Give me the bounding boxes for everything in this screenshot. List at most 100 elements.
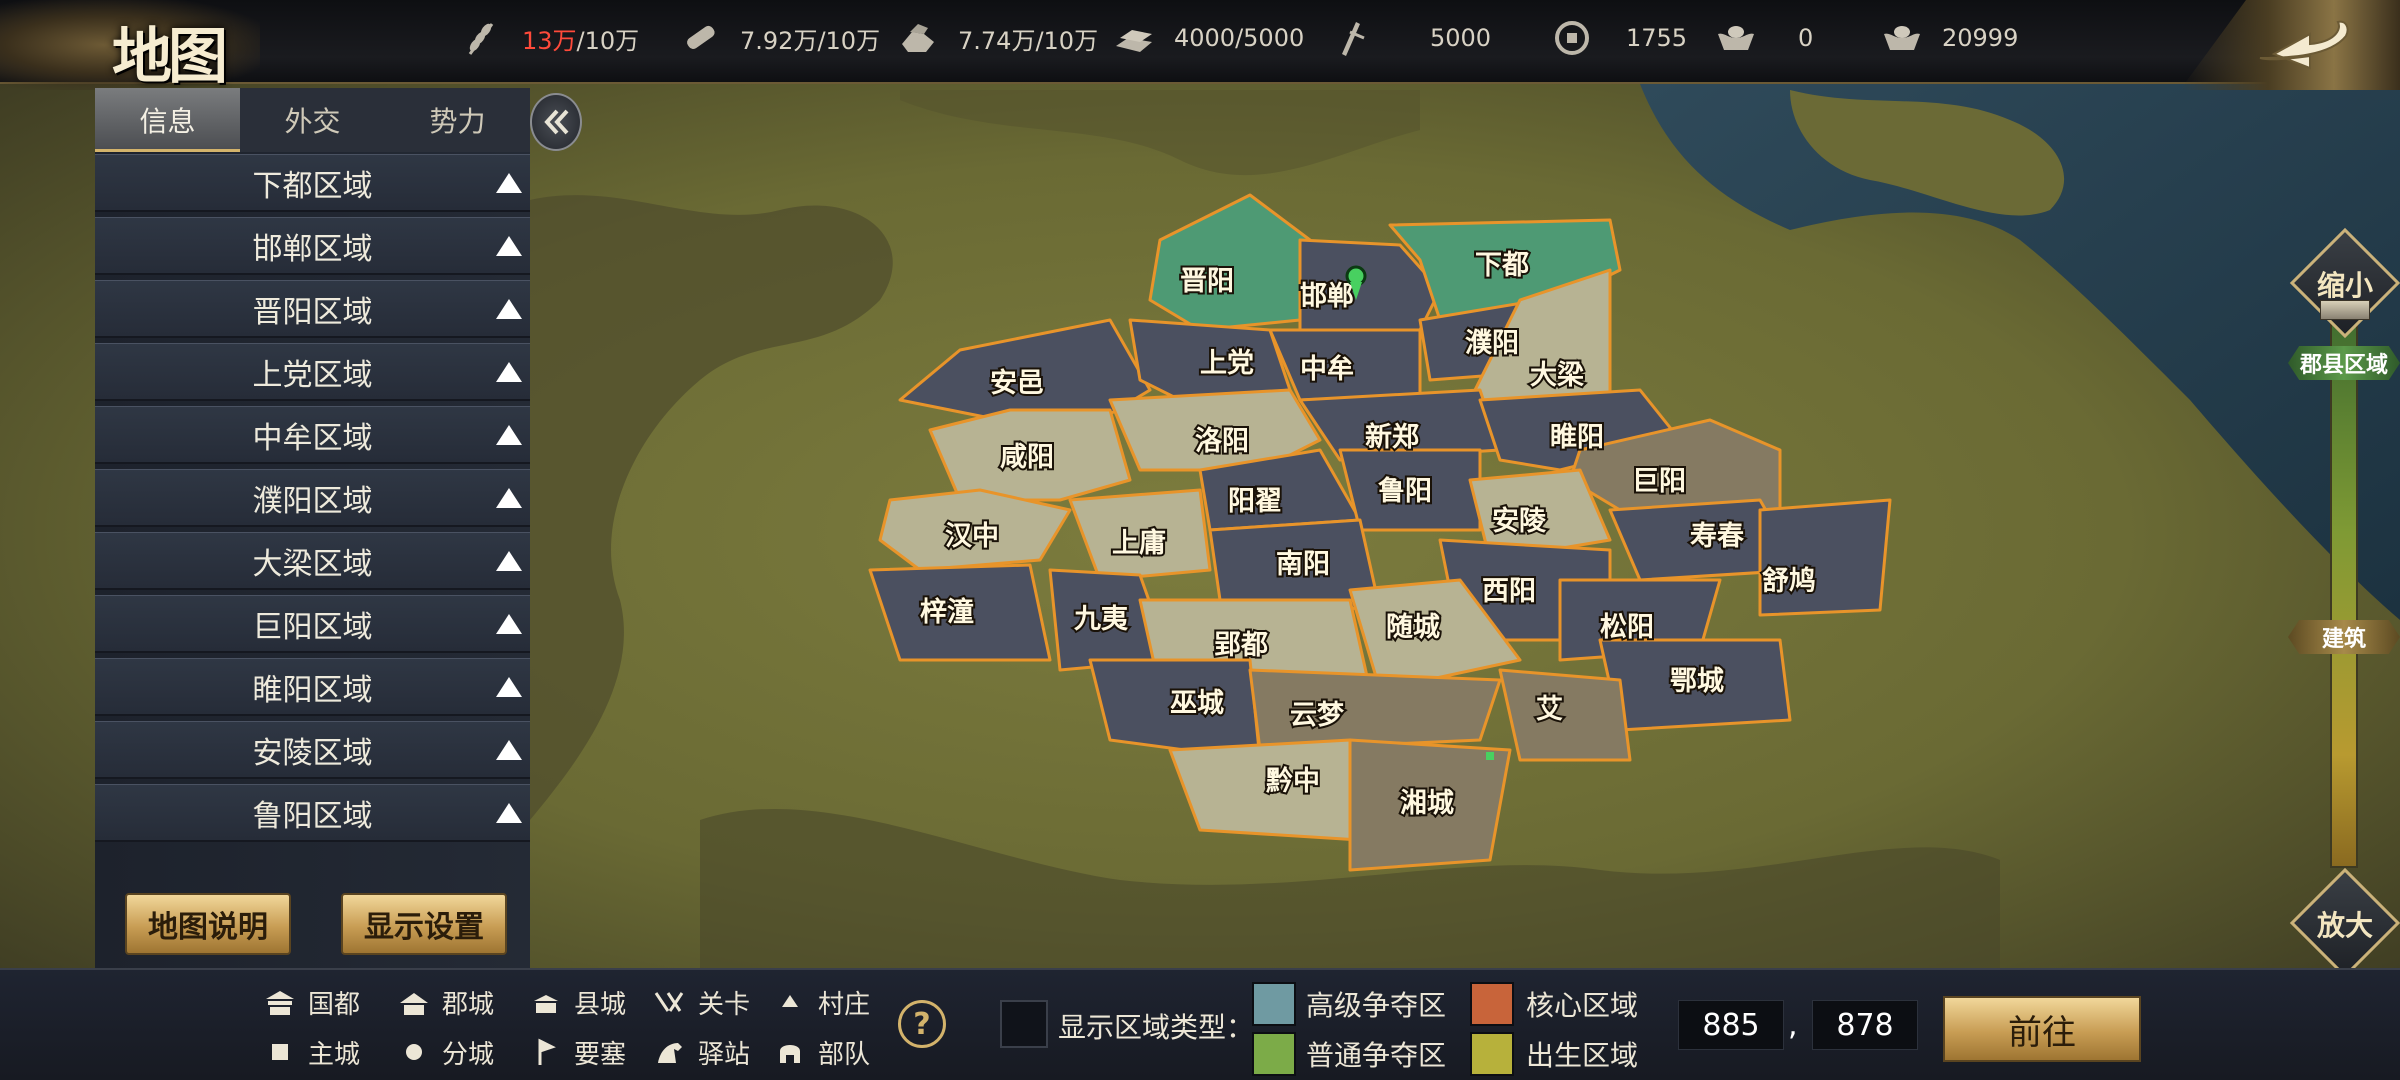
triangle-up-icon[interactable] <box>496 677 522 697</box>
legend-help-button[interactable]: ? <box>898 1000 946 1048</box>
city-label-hanzhong[interactable]: 汉中 <box>943 519 1001 554</box>
legend-label: 关卡 <box>698 989 751 1020</box>
resource-wood[interactable]: 7.92万/10万 <box>680 18 880 58</box>
city-label-yangzhai[interactable]: 阳翟 <box>1226 484 1284 519</box>
city-label-qianzhong[interactable]: 黔中 <box>1264 763 1322 799</box>
region-list-item[interactable]: 睢阳区域 <box>95 658 530 716</box>
resource-grain[interactable]: 13万/10万 <box>462 18 639 58</box>
city-label-shangdang[interactable]: 上党 <box>1198 346 1256 381</box>
triangle-up-icon[interactable] <box>496 614 522 634</box>
triangle-up-icon[interactable] <box>496 236 522 256</box>
city-label-zitong[interactable]: 梓潼 <box>918 594 976 630</box>
swatch-label-core-region: 核心区域 <box>1526 989 1639 1022</box>
legend-label: 郡城 <box>442 989 495 1020</box>
zoom-slider[interactable]: 缩小 郡县区域 建筑 放大 <box>2288 227 2400 979</box>
triangle-up-icon[interactable] <box>496 488 522 508</box>
city-label-handan[interactable]: 邯郸 <box>1298 279 1356 314</box>
city-label-puyang[interactable]: 濮阳 <box>1463 326 1521 361</box>
city-label-suiyang[interactable]: 睢阳 <box>1548 420 1606 455</box>
legend-county: 县城 <box>528 982 626 1022</box>
city-label-suicheng[interactable]: 随城 <box>1384 610 1442 645</box>
coord-y-input[interactable]: 878 <box>1812 1000 1918 1050</box>
resource-stone[interactable]: 7.74万/10万 <box>898 18 1098 58</box>
map-help-button[interactable]: 地图说明 <box>125 893 291 955</box>
city-label-nanyang[interactable]: 南阳 <box>1274 547 1332 582</box>
region-list-item[interactable]: 大梁区域 <box>95 532 530 590</box>
region-list-item[interactable]: 下都区域 <box>95 154 530 212</box>
resource-wood-value: 7.92万 <box>740 26 818 55</box>
city-label-ai[interactable]: 艾 <box>1534 692 1565 727</box>
city-label-anyi[interactable]: 安邑 <box>988 366 1046 401</box>
region-list-item[interactable]: 鲁阳区域 <box>95 784 530 842</box>
city-label-luyang[interactable]: 鲁阳 <box>1376 474 1434 509</box>
back-button[interactable] <box>2250 10 2360 70</box>
region-list-item-label: 鲁阳区域 <box>252 798 373 834</box>
zoom-level-county[interactable]: 郡县区域 <box>2288 346 2400 380</box>
zoom-in-button[interactable]: 放大 <box>2300 904 2390 944</box>
city-label-jiuyi[interactable]: 九夷 <box>1072 602 1131 637</box>
coin-icon <box>1552 18 1592 58</box>
resource-gold-ingot[interactable]: 0 <box>1716 18 1813 58</box>
legend-pass: 关卡 <box>652 982 750 1022</box>
city-label-xiyang[interactable]: 西阳 <box>1480 574 1538 609</box>
city-label-xiangcheng[interactable]: 湘城 <box>1398 786 1456 821</box>
city-label-anling[interactable]: 安陵 <box>1490 504 1549 539</box>
show-region-type-checkbox[interactable] <box>1000 1000 1048 1048</box>
zoom-out-button[interactable]: 缩小 <box>2300 264 2390 304</box>
region-qianzhong[interactable] <box>1168 738 1362 842</box>
city-label-jinyang[interactable]: 晋阳 <box>1178 264 1236 299</box>
region-list[interactable]: 下都区域 邯郸区域 晋阳区域 上党区域 中牟区域 濮阳区域 大梁区域 巨阳区域 … <box>95 154 530 854</box>
city-label-shouchun[interactable]: 寿春 <box>1688 519 1747 554</box>
collapse-panel-button[interactable] <box>530 93 582 151</box>
city-label-daliang[interactable]: 大梁 <box>1528 358 1586 393</box>
triangle-up-icon[interactable] <box>496 362 522 382</box>
region-list-item[interactable]: 巨阳区域 <box>95 595 530 653</box>
triangle-up-icon[interactable] <box>496 299 522 319</box>
region-list-item[interactable]: 中牟区域 <box>95 406 530 464</box>
resource-order[interactable]: 5000 <box>1330 18 1491 58</box>
coord-x-input[interactable]: 885 <box>1678 1000 1784 1050</box>
triangle-up-icon[interactable] <box>496 425 522 445</box>
region-list-item[interactable]: 上党区域 <box>95 343 530 401</box>
city-label-luoyang[interactable]: 洛阳 <box>1193 424 1251 459</box>
resource-coin[interactable]: 1755 <box>1552 18 1687 58</box>
city-label-echeng[interactable]: 鄂城 <box>1668 664 1726 699</box>
city-label-yunmeng[interactable]: 云梦 <box>1288 698 1346 733</box>
legend-capital: 国都 <box>262 982 360 1022</box>
zoom-level-building[interactable]: 建筑 <box>2288 620 2400 654</box>
city-label-xianyang[interactable]: 咸阳 <box>998 440 1056 475</box>
region-list-item[interactable]: 濮阳区域 <box>95 469 530 527</box>
region-ai[interactable] <box>1498 668 1632 762</box>
triangle-up-icon[interactable] <box>496 173 522 193</box>
double-chevron-left-icon <box>544 109 569 135</box>
city-label-xiadu[interactable]: 下都 <box>1473 248 1531 283</box>
resource-iron[interactable]: 4000/5000 <box>1114 18 1304 58</box>
triangle-up-icon[interactable] <box>496 803 522 823</box>
region-list-item[interactable]: 安陵区域 <box>95 721 530 779</box>
post-station-icon <box>652 1037 688 1067</box>
go-button[interactable]: 前往 <box>1943 996 2141 1062</box>
tab-power[interactable]: 势力 <box>385 88 530 152</box>
city-label-wucheng[interactable]: 巫城 <box>1168 686 1226 721</box>
tab-info[interactable]: 信息 <box>95 88 240 152</box>
city-label-xinzheng[interactable]: 新郑 <box>1363 419 1421 455</box>
city-label-yingdu[interactable]: 郢都 <box>1212 628 1270 663</box>
resource-silver-ingot[interactable]: 20999 <box>1882 18 2018 58</box>
city-label-zhongmou[interactable]: 中牟 <box>1298 351 1356 387</box>
triangle-up-icon[interactable] <box>496 740 522 760</box>
triangle-up-icon[interactable] <box>496 551 522 571</box>
legend-label: 县城 <box>574 989 627 1020</box>
city-label-juyang[interactable]: 巨阳 <box>1630 464 1688 499</box>
zoom-thumb[interactable] <box>2320 300 2370 320</box>
city-label-shangyong[interactable]: 上庸 <box>1110 525 1168 561</box>
region-list-item[interactable]: 邯郸区域 <box>95 217 530 275</box>
city-label-shujiu[interactable]: 舒鸠 <box>1760 563 1818 599</box>
display-settings-button[interactable]: 显示设置 <box>341 893 507 955</box>
tab-diplomacy[interactable]: 外交 <box>240 88 385 152</box>
region-yunmeng[interactable] <box>1248 668 1502 752</box>
city-label-songyang[interactable]: 松阳 <box>1598 610 1656 645</box>
zoom-track[interactable] <box>2330 308 2358 868</box>
region-shujiu[interactable] <box>1758 498 1892 617</box>
player-city-marker[interactable] <box>1486 752 1494 760</box>
region-list-item[interactable]: 晋阳区域 <box>95 280 530 338</box>
